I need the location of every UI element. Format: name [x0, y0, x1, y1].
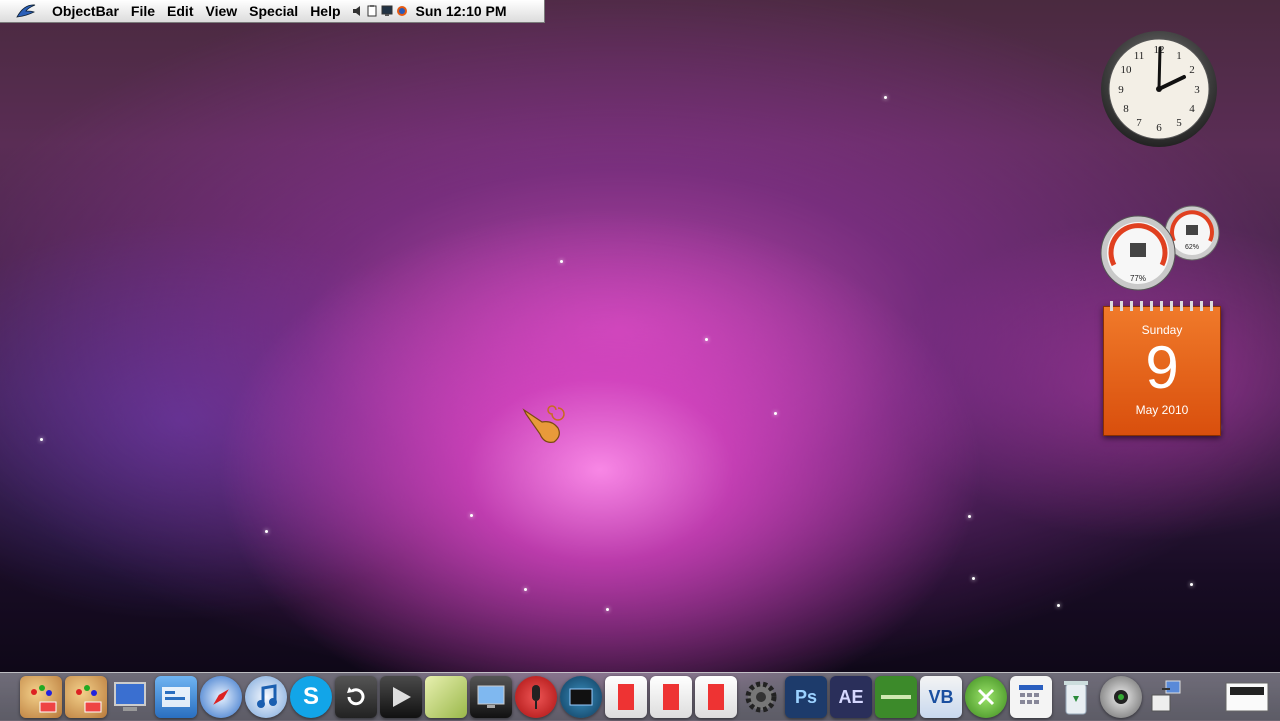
- star: [1190, 583, 1193, 586]
- monitor-icon[interactable]: [470, 676, 512, 718]
- calendar-month-year: May 2010: [1135, 403, 1189, 417]
- clipboard-icon[interactable]: [366, 5, 378, 17]
- after-effects-icon-label: AE: [838, 686, 864, 707]
- menubar-clock[interactable]: Sun 12:10 PM: [416, 3, 507, 19]
- notes-icon[interactable]: [425, 676, 467, 718]
- star: [560, 260, 563, 263]
- star: [972, 577, 975, 580]
- menu-special[interactable]: Special: [243, 3, 304, 19]
- clock-numeral: 6: [1156, 122, 1162, 134]
- paint-palette-icon[interactable]: [20, 676, 62, 718]
- menu-view[interactable]: View: [200, 3, 244, 19]
- calendar-rings: [1110, 301, 1214, 311]
- microphone-icon[interactable]: [515, 676, 557, 718]
- dock-items: S Ps AE VB: [20, 673, 1190, 721]
- busy-hand-cursor-icon: [522, 405, 565, 443]
- equalizer-icon[interactable]: [875, 676, 917, 718]
- calendar-widget[interactable]: Sunday 9 May 2010: [1103, 301, 1221, 436]
- star: [968, 515, 971, 518]
- memory-gauge-label: 62%: [1185, 244, 1199, 251]
- document-icon[interactable]: [695, 676, 737, 718]
- safari-compass-icon[interactable]: [200, 676, 242, 718]
- analog-clock-widget[interactable]: 12 1 2 3 4 5 6 7 8 9 10 11: [1100, 30, 1218, 148]
- calendar-day-number: 9: [1145, 334, 1179, 401]
- skype-icon[interactable]: S: [290, 676, 332, 718]
- clock-numeral: 4: [1189, 103, 1195, 115]
- star: [705, 338, 708, 341]
- photoshop-icon[interactable]: Ps: [785, 676, 827, 718]
- star: [40, 438, 43, 441]
- visual-basic-icon[interactable]: VB: [920, 676, 962, 718]
- control-panel-icon[interactable]: [155, 676, 197, 718]
- clock-numeral: 3: [1194, 84, 1200, 96]
- firefox-icon[interactable]: [396, 5, 408, 17]
- photoshop-icon-label: Ps: [794, 686, 818, 707]
- clock-numeral: 11: [1134, 50, 1145, 62]
- objectbar-logo-icon[interactable]: [14, 2, 38, 20]
- clock-numeral: 8: [1123, 103, 1129, 115]
- menu-file[interactable]: File: [125, 3, 161, 19]
- xbox-icon[interactable]: [965, 676, 1007, 718]
- menu-bar: ObjectBar File Edit View Special Help Su…: [0, 0, 545, 23]
- clock-numeral: 5: [1176, 117, 1182, 129]
- clock-numeral: 10: [1121, 64, 1133, 76]
- dock: S Ps AE VB: [0, 672, 1280, 721]
- refresh-icon[interactable]: [335, 676, 377, 718]
- menu-edit[interactable]: Edit: [161, 3, 199, 19]
- star: [774, 412, 777, 415]
- display-icon[interactable]: [381, 5, 393, 17]
- settings-gear-icon[interactable]: [740, 676, 782, 718]
- computer-icon[interactable]: [110, 676, 152, 718]
- after-effects-icon[interactable]: AE: [830, 676, 872, 718]
- clock-numeral: 2: [1189, 64, 1195, 76]
- visual-basic-icon-label: VB: [928, 686, 954, 707]
- star: [470, 514, 473, 517]
- clock-numeral: 1: [1176, 50, 1182, 62]
- document-icon[interactable]: [605, 676, 647, 718]
- itunes-icon[interactable]: [245, 676, 287, 718]
- paint-palette-icon[interactable]: [65, 676, 107, 718]
- menu-help[interactable]: Help: [304, 3, 346, 19]
- clock-minute-hand: [1157, 46, 1162, 91]
- skype-icon-label: S: [302, 683, 319, 710]
- cpu-gauge: 77%: [1100, 215, 1176, 291]
- calendar-grid-icon[interactable]: [1010, 676, 1052, 718]
- show-desktop-icon[interactable]: [1222, 677, 1272, 717]
- star: [265, 530, 268, 533]
- screen-capture-icon[interactable]: [560, 676, 602, 718]
- camspace-icon[interactable]: [1100, 676, 1142, 718]
- media-player-icon[interactable]: [380, 676, 422, 718]
- system-tray: [351, 5, 408, 17]
- volume-icon[interactable]: [351, 5, 363, 17]
- star: [524, 588, 527, 591]
- star: [606, 608, 609, 611]
- network-icon[interactable]: [1145, 676, 1187, 718]
- clock-numeral: 9: [1118, 84, 1124, 96]
- star: [1057, 604, 1060, 607]
- clock-numeral: 7: [1136, 117, 1142, 129]
- recycle-bin-icon[interactable]: [1055, 676, 1097, 718]
- system-meter-widget[interactable]: 62% 77%: [1100, 205, 1220, 295]
- cpu-gauge-label: 77%: [1130, 274, 1146, 283]
- document-icon[interactable]: [650, 676, 692, 718]
- app-menu[interactable]: ObjectBar: [46, 3, 125, 19]
- star: [884, 96, 887, 99]
